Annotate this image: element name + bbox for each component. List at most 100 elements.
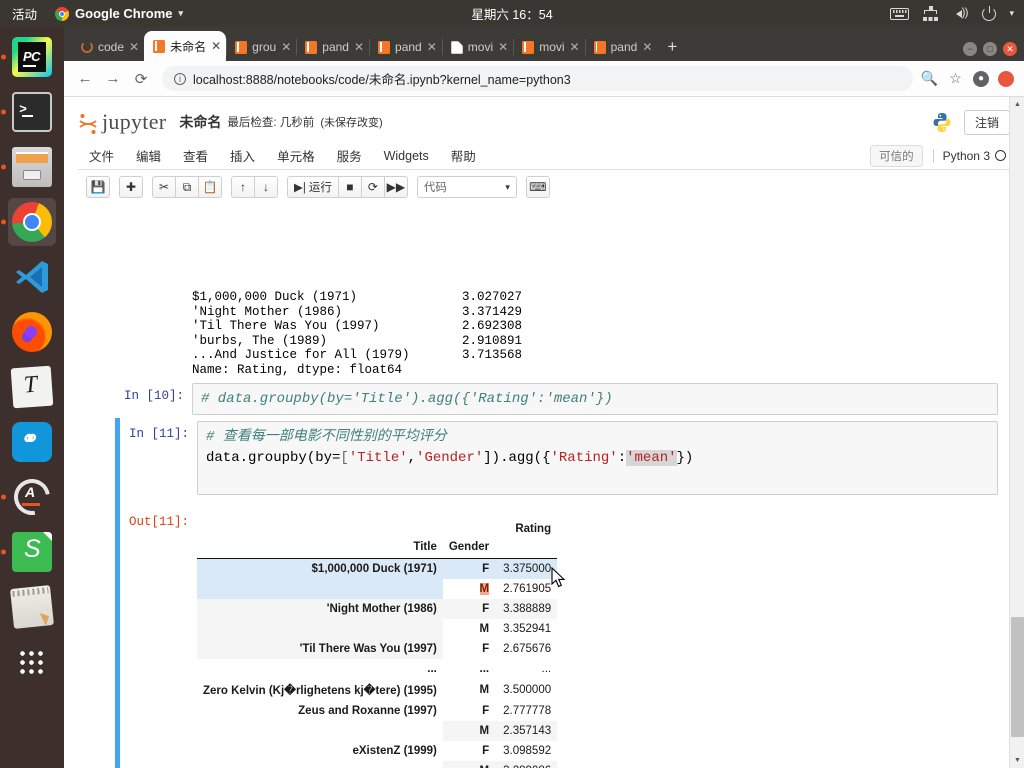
reload-button[interactable]: ⟳: [128, 66, 154, 92]
activities-button[interactable]: 活动: [0, 4, 47, 23]
minimize-button[interactable]: −: [963, 42, 977, 56]
dataframe-output: Rating Title Gender $1,000,000 Duck (197…: [197, 511, 998, 768]
row-rating: 3.289086: [495, 761, 558, 768]
dock-item-pycharm[interactable]: PC: [8, 33, 56, 81]
dock-item-software-updater[interactable]: A: [8, 473, 56, 521]
dataframe-table: Rating Title Gender $1,000,000 Duck (197…: [197, 519, 558, 768]
tab-close-icon[interactable]: ✕: [281, 40, 291, 54]
table-row[interactable]: M 3.352941: [197, 619, 557, 640]
row-rating: 3.375000: [495, 558, 558, 580]
table-row[interactable]: Zero Kelvin (Kj�rlighetens kj�tere) (199…: [197, 679, 557, 701]
app-grid-icon: [12, 642, 52, 682]
input-prompt: In [10]:: [123, 389, 184, 403]
network-icon[interactable]: [922, 6, 939, 21]
row-gender: F: [482, 705, 490, 718]
input-prompt: In [11]:: [128, 427, 189, 442]
dock-item-blue-app[interactable]: ⚭: [8, 418, 56, 466]
jupyter-book-icon: [593, 40, 606, 54]
dock-item-show-applications[interactable]: [8, 638, 56, 686]
close-window-button[interactable]: ✕: [1003, 42, 1017, 56]
forward-button[interactable]: →: [100, 66, 126, 92]
scroll-up-arrow-icon[interactable]: ▲: [1010, 97, 1024, 112]
address-bar[interactable]: i localhost:8888/notebooks/code/未命名.ipyn…: [162, 66, 913, 91]
tab-title: movi: [539, 40, 565, 54]
tab-close-icon[interactable]: ✕: [354, 40, 364, 54]
scroll-down-arrow-icon[interactable]: ▼: [1010, 753, 1024, 768]
code-editor[interactable]: # 查看每一部电影不同性别的平均评分 data.groupby(by=['Tit…: [197, 421, 998, 496]
row-title: eXistenZ (1999): [352, 745, 437, 758]
tab-close-icon[interactable]: ✕: [427, 40, 437, 54]
browser-tab-5[interactable]: movi ✕: [441, 33, 513, 61]
software-updater-icon: A: [12, 477, 52, 517]
profile-avatar-icon[interactable]: ●: [973, 70, 989, 87]
tab-close-icon[interactable]: ✕: [642, 40, 652, 54]
dock-item-terminal[interactable]: >: [8, 88, 56, 136]
dock-item-firefox[interactable]: [8, 308, 56, 356]
keyboard-icon[interactable]: [890, 7, 910, 20]
code-string-title: 'Title': [348, 449, 408, 466]
power-icon[interactable]: [982, 5, 997, 21]
dock-item-vscode[interactable]: [8, 253, 56, 301]
row-title: [197, 761, 443, 768]
chevron-down-icon: ▾: [178, 8, 184, 18]
code-editor[interactable]: # data.groupby(by='Title').agg({'Rating'…: [192, 383, 998, 416]
row-title: 'Night Mother (1986): [197, 599, 443, 620]
table-row[interactable]: eXistenZ (1999) F 3.098592: [197, 741, 557, 761]
row-gender: F: [482, 745, 490, 758]
bookmark-star-icon[interactable]: ☆: [947, 70, 964, 87]
scrollbar-thumb[interactable]: [1011, 617, 1024, 737]
code-comma: ,: [407, 449, 417, 466]
tray-chevron-down-icon[interactable]: ▾: [1009, 8, 1014, 19]
notepad-icon: [10, 585, 54, 629]
browser-tab-4[interactable]: pand ✕: [369, 33, 442, 61]
volume-icon[interactable]: [952, 5, 969, 21]
zoom-out-icon[interactable]: 🔍: [921, 70, 938, 87]
tab-close-icon[interactable]: ✕: [570, 40, 580, 54]
tab-close-icon[interactable]: ✕: [211, 39, 221, 53]
jupyter-book-icon: [153, 39, 166, 53]
jupyter-book-icon: [522, 40, 535, 54]
app-menu-button[interactable]: Google Chrome ▾: [47, 6, 191, 21]
maximize-button[interactable]: □: [983, 42, 997, 56]
code-cell-11-selected[interactable]: In [11]: # 查看每一部电影不同性别的平均评分 data.groupby…: [115, 418, 1024, 768]
table-row[interactable]: M 3.289086: [197, 761, 558, 768]
dock-item-files[interactable]: [8, 143, 56, 191]
back-button[interactable]: ←: [72, 66, 98, 92]
code-end: }): [676, 449, 694, 466]
table-row[interactable]: 'Til There Was You (1997) F 2.675676: [197, 639, 557, 660]
typora-icon: T: [10, 365, 54, 409]
dock-item-typora[interactable]: T: [8, 363, 56, 411]
jupyter-notebook-page: jupyter 未命名 最后检查: 几秒前 (未保存改变) 注销 文件 编辑 查…: [64, 97, 1024, 768]
table-row[interactable]: 'Night Mother (1986) F 3.388889: [197, 599, 558, 620]
table-row[interactable]: M 2.761905: [197, 579, 557, 600]
code-cell-10[interactable]: In [10]: # data.groupby(by='Title').agg(…: [120, 380, 1024, 418]
site-info-icon[interactable]: i: [174, 72, 186, 85]
jupyter-book-icon: [305, 40, 318, 54]
output-prompt: Out[11]:: [128, 515, 189, 530]
browser-tab-1-active[interactable]: 未命名 ✕: [144, 31, 227, 61]
pycharm-icon: PC: [12, 37, 52, 77]
table-row[interactable]: $1,000,000 Duck (1971) F 3.375000: [197, 558, 558, 580]
browser-tab-3[interactable]: pand ✕: [296, 33, 369, 61]
table-row[interactable]: ... ... ...: [197, 659, 557, 679]
extension-icon[interactable]: [998, 70, 1014, 87]
dock-item-google-chrome[interactable]: [8, 198, 56, 246]
browser-tab-6[interactable]: movi ✕: [513, 33, 584, 61]
chrome-logo-icon: [55, 6, 70, 21]
tab-close-icon[interactable]: ✕: [498, 40, 508, 54]
table-row[interactable]: M 2.357143: [197, 721, 558, 742]
browser-tab-7[interactable]: pand ✕: [584, 33, 658, 61]
new-tab-button[interactable]: +: [657, 37, 687, 61]
files-icon: [12, 147, 52, 187]
code-string-gender: 'Gender': [416, 449, 484, 466]
browser-tab-2[interactable]: grou ✕: [226, 33, 296, 61]
dock-item-notepad[interactable]: [8, 583, 56, 631]
dock-item-sogou-input[interactable]: S: [8, 528, 56, 576]
loading-ring-icon: [81, 41, 93, 53]
row-gender: M: [442, 761, 496, 768]
browser-tab-0[interactable]: code ✕: [72, 33, 144, 61]
table-row[interactable]: Zeus and Roxanne (1997) F 2.777778: [197, 701, 557, 721]
tab-close-icon[interactable]: ✕: [129, 40, 139, 54]
app-menu-label: Google Chrome: [75, 6, 173, 21]
page-scrollbar[interactable]: ▲ ▼: [1009, 97, 1024, 768]
